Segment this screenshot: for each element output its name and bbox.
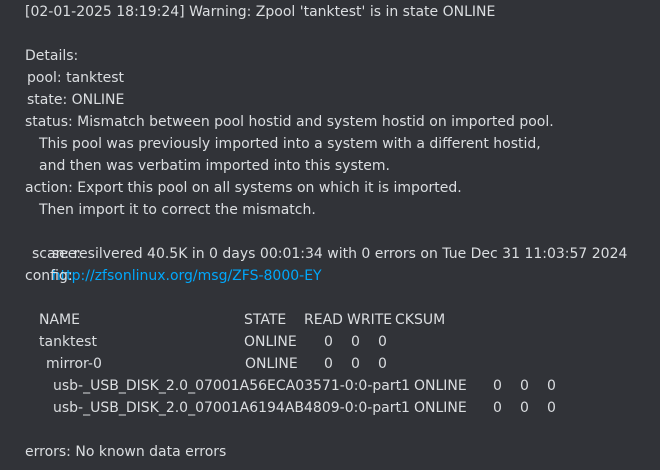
row-name: tanktest: [39, 334, 97, 350]
pool-line: pool: tanktest: [27, 70, 125, 86]
errors-line: errors: No known data errors: [25, 444, 227, 460]
row-read: 0: [493, 378, 502, 394]
column-header-read: READ: [304, 312, 343, 328]
row-name: mirror-0: [46, 356, 102, 372]
status-line-continued: and then was verbatim imported into this…: [39, 158, 390, 174]
row-name: usb-_USB_DISK_2.0_07001A6194AB4809-0:0-p…: [53, 400, 410, 416]
row-cksum: 0: [547, 378, 556, 394]
row-state: ONLINE: [414, 400, 467, 416]
row-cksum: 0: [378, 356, 387, 372]
row-state: ONLINE: [245, 356, 298, 372]
row-read: 0: [493, 400, 502, 416]
see-line: see: http://zfsonlinux.org/msg/ZFS-8000-…: [34, 221, 322, 284]
config-label: config:: [25, 268, 73, 284]
row-state: ONLINE: [244, 334, 297, 350]
row-name: usb-_USB_DISK_2.0_07001A56ECA03571-0:0-p…: [53, 378, 410, 394]
column-header-state: STATE: [244, 312, 287, 328]
action-line-continued: Then import it to correct the mismatch.: [39, 202, 316, 218]
row-write: 0: [351, 356, 360, 372]
row-cksum: 0: [378, 334, 387, 350]
details-label: Details:: [25, 48, 79, 64]
row-cksum: 0: [547, 400, 556, 416]
column-header-name: NAME: [39, 312, 80, 328]
row-read: 0: [324, 356, 333, 372]
status-line-continued: This pool was previously imported into a…: [39, 136, 541, 152]
row-write: 0: [520, 378, 529, 394]
row-state: ONLINE: [414, 378, 467, 394]
column-header-cksum: CKSUM: [395, 312, 446, 328]
message-header: [02-01-2025 18:19:24] Warning: Zpool 'ta…: [25, 4, 496, 20]
status-line: status: Mismatch between pool hostid and…: [25, 114, 554, 130]
scan-line: scan: resilvered 40.5K in 0 days 00:01:3…: [32, 246, 628, 262]
row-write: 0: [520, 400, 529, 416]
row-write: 0: [351, 334, 360, 350]
zfs-message-link[interactable]: http://zfsonlinux.org/msg/ZFS-8000-EY: [52, 268, 322, 284]
row-read: 0: [324, 334, 333, 350]
column-header-write: WRITE: [347, 312, 393, 328]
state-line: state: ONLINE: [27, 92, 125, 108]
action-line: action: Export this pool on all systems …: [25, 180, 462, 196]
